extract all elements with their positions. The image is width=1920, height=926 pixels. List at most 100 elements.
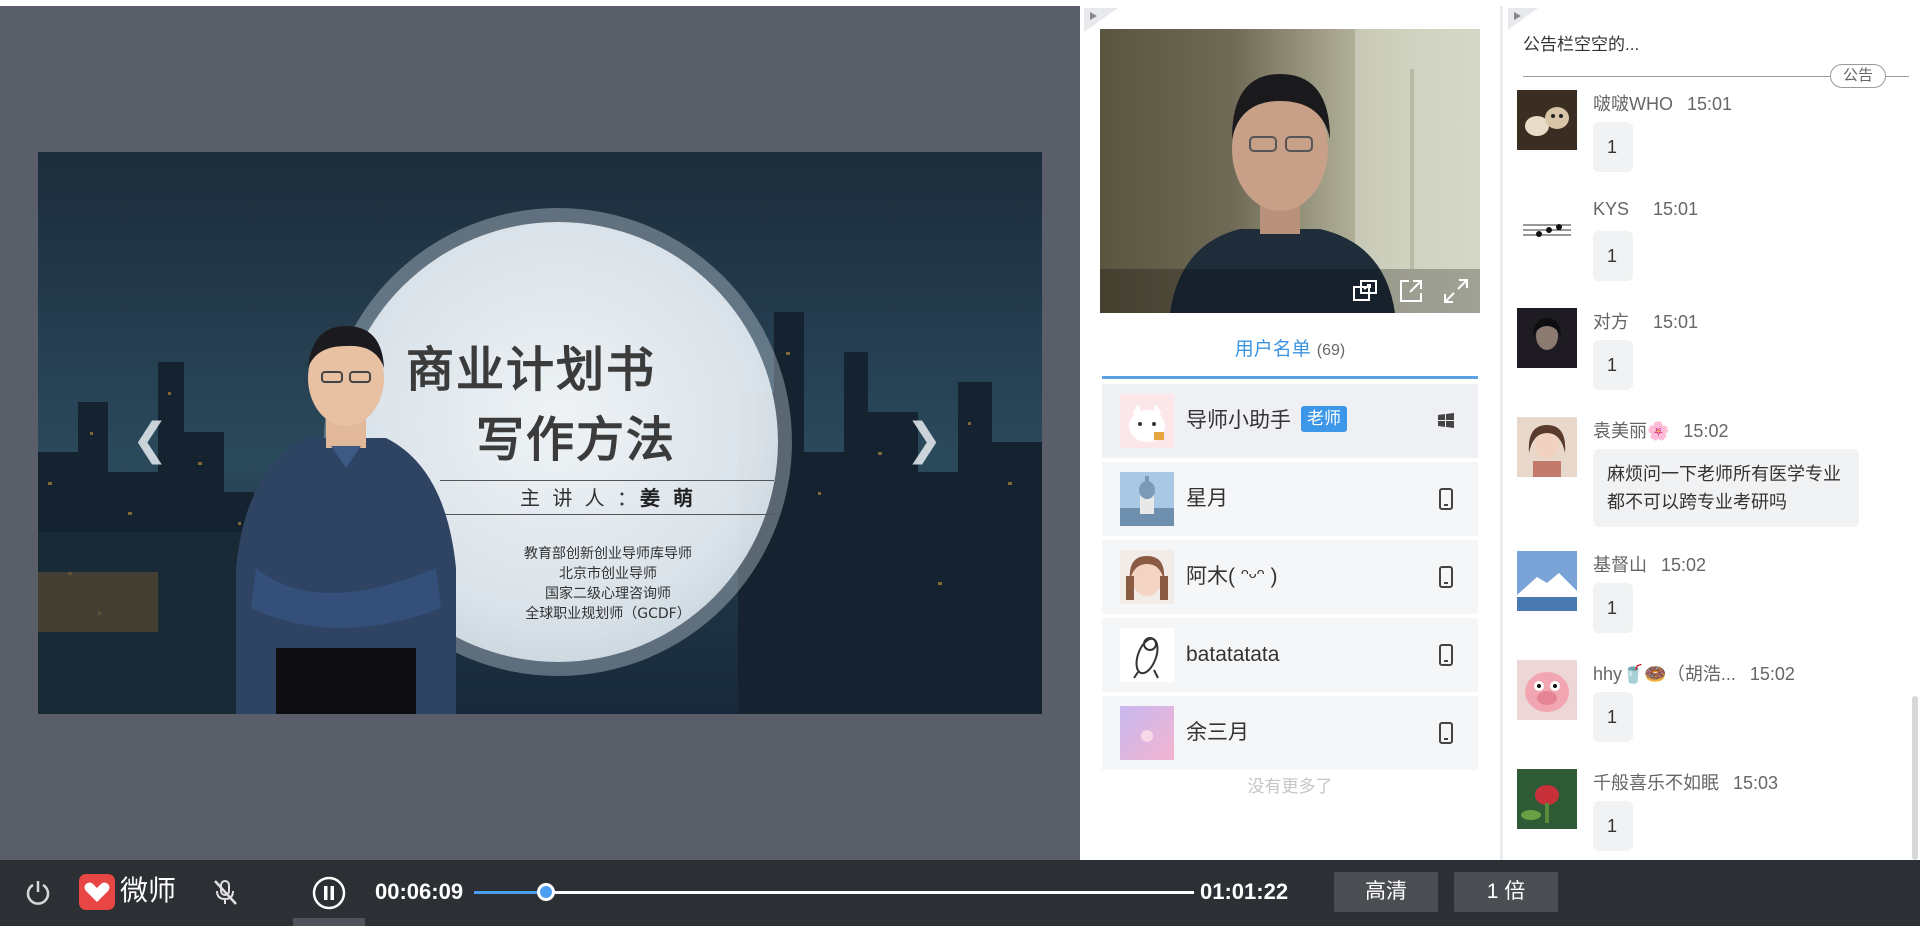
phone-icon [1439, 644, 1453, 666]
slide-speaker: 主 讲 人 ：姜 萌 [458, 482, 758, 511]
notice-text: 公告栏空空的... [1523, 35, 1640, 54]
chat-bubble: 1 [1593, 340, 1633, 390]
chat-sender-name: 基督山 [1593, 555, 1647, 575]
teacher-video [1100, 29, 1480, 313]
mic-muted-icon[interactable] [210, 877, 240, 907]
fullscreen-icon[interactable] [1441, 276, 1471, 306]
user-name: 星月 [1186, 487, 1228, 510]
credential-line: 北京市创业导师 [559, 566, 657, 582]
user-count: (69) [1316, 342, 1346, 359]
next-slide-arrow-icon[interactable]: ❯ [904, 418, 944, 462]
chat-bubble: 1 [1593, 583, 1633, 633]
teacher-badge: 老师 [1301, 406, 1347, 433]
chat-sender: 啵啵WHO 15:01 [1593, 90, 1732, 116]
chat-avatar [1517, 769, 1577, 829]
avatar [1120, 394, 1174, 448]
user-name: 阿木( ᵔᵕᵔ ) [1186, 565, 1278, 588]
slide-divider-top [440, 480, 774, 481]
chat-bubble: 1 [1593, 692, 1633, 742]
chat-sender-name: 千般喜乐不如眠 [1593, 773, 1719, 793]
current-time: 00:06:09 [375, 879, 464, 904]
chat-sender: 千般喜乐不如眠 15:03 [1593, 769, 1778, 795]
credential-line: 国家二级心理咨询师 [545, 586, 671, 602]
user-panel: 用户名单 (69) 导师小助手 老师 星月 阿木( ᵔᵕᵔ ) batatata… [1080, 6, 1500, 860]
user-list-item[interactable]: 导师小助手 老师 [1102, 384, 1478, 458]
phone-icon [1439, 722, 1453, 744]
user-name: 导师小助手 老师 [1186, 384, 1347, 458]
presenter-photo [236, 326, 456, 714]
chat-time: 15:01 [1687, 94, 1733, 114]
prev-slide-arrow-icon[interactable]: ❮ [130, 418, 170, 462]
speaker-label: 主 讲 人 ： [519, 486, 641, 510]
avatar [1120, 550, 1174, 604]
chat-time: 15:02 [1661, 555, 1707, 575]
user-list-item[interactable]: 阿木( ᵔᵕᵔ ) [1102, 540, 1478, 614]
collapse-chat-icon[interactable] [1508, 8, 1538, 30]
progress-knob[interactable] [537, 883, 556, 901]
tab-user-list-label: 用户名单 [1234, 339, 1311, 360]
chat-avatar [1517, 551, 1577, 611]
windows-icon [1438, 413, 1454, 428]
chat-bubble: 1 [1593, 801, 1633, 851]
user-name-text: 导师小助手 [1186, 409, 1291, 432]
avatar [1120, 628, 1174, 682]
speed-button[interactable]: 1 倍 [1454, 872, 1558, 912]
user-list-item[interactable]: 星月 [1102, 462, 1478, 536]
user-list-item[interactable]: 余三月 [1102, 696, 1478, 770]
user-name: 余三月 [1186, 721, 1249, 744]
credential-line: 教育部创新创业导师库导师 [524, 546, 692, 562]
chat-avatar [1517, 199, 1577, 259]
chat-avatar [1517, 660, 1577, 720]
swap-view-icon[interactable] [1350, 276, 1380, 306]
phone-icon [1439, 566, 1453, 588]
tab-user-list[interactable]: 用户名单 (69) [1102, 324, 1478, 379]
total-time: 01:01:22 [1200, 879, 1289, 904]
chat-bubble: 麻烦问一下老师所有医学专业都不可以跨专业考研吗 [1593, 449, 1859, 527]
bottom-scroll-thumb[interactable] [293, 918, 365, 926]
chat-time: 15:01 [1653, 199, 1699, 219]
speaker-name: 姜 萌 [640, 486, 697, 510]
chat-avatar [1517, 90, 1577, 150]
power-icon[interactable] [24, 878, 52, 906]
app-root: 商业计划书 写作方法 主 讲 人 ：姜 萌 教育部创新创业导师库导师 北京市创业… [0, 0, 1920, 926]
pause-icon[interactable] [312, 876, 346, 910]
slide-area: 商业计划书 写作方法 主 讲 人 ：姜 萌 教育部创新创业导师库导师 北京市创业… [0, 6, 1080, 860]
chat-sender: 袁美丽🌸 15:02 [1593, 417, 1728, 443]
chat-sender-name: 对方 [1593, 312, 1629, 332]
chat-sender: hhy🥤🍩（胡浩... 15:02 [1593, 660, 1795, 686]
popout-icon[interactable] [1396, 276, 1426, 306]
chat-bubble: 1 [1593, 122, 1633, 172]
user-list-item[interactable]: batatatata [1102, 618, 1478, 692]
slide-title-line2: 写作方法 [476, 412, 677, 468]
phone-icon [1439, 488, 1453, 510]
avatar [1120, 706, 1174, 760]
no-more-text: 没有更多了 [1247, 777, 1333, 796]
chat-bubble: 1 [1593, 231, 1633, 281]
chat-sender: 基督山 15:02 [1593, 551, 1706, 577]
chat-avatar [1517, 308, 1577, 368]
chat-sender-name: 啵啵WHO [1593, 94, 1673, 114]
progress-fill [474, 891, 547, 894]
chat-time: 15:02 [1683, 421, 1729, 441]
chat-sender: 对方 15:01 [1593, 308, 1698, 334]
chat-avatar [1517, 417, 1577, 477]
notice-tag[interactable]: 公告 [1830, 64, 1886, 88]
chat-sender: KYS 15:01 [1593, 199, 1698, 220]
brand-name: 微师 [120, 874, 177, 907]
progress-track[interactable] [474, 883, 1194, 901]
credential-line: 全球职业规划师（GCDF） [525, 606, 691, 622]
avatar [1120, 472, 1174, 526]
chat-sender-name: KYS [1593, 199, 1630, 219]
slide-credentials: 教育部创新创业导师库导师 北京市创业导师 国家二级心理咨询师 全球职业规划师（G… [440, 544, 776, 624]
chat-time: 15:03 [1733, 773, 1779, 793]
chat-sender-name: 袁美丽🌸 [1593, 421, 1670, 441]
chat-panel: 公告栏空空的... 公告 啵啵WHO 15:01 1 KYS 15:01 1 对方 1… [1500, 6, 1920, 860]
slide-divider-bottom [440, 514, 774, 515]
chat-time: 15:02 [1749, 664, 1795, 684]
chat-time: 15:01 [1653, 312, 1699, 332]
user-name: batatatata [1186, 643, 1280, 666]
chat-sender-name: hhy🥤🍩（胡浩... [1593, 664, 1736, 684]
quality-button[interactable]: 高清 [1334, 872, 1438, 912]
presentation-slide: 商业计划书 写作方法 主 讲 人 ：姜 萌 教育部创新创业导师库导师 北京市创业… [38, 152, 1042, 714]
chat-scrollbar[interactable] [1912, 696, 1918, 860]
